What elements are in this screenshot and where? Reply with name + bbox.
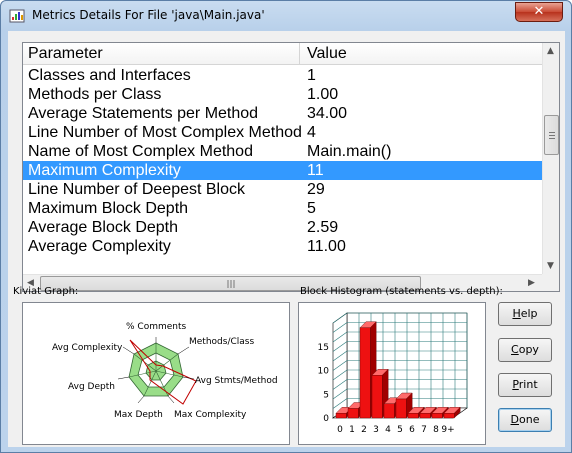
value-cell: 1	[307, 67, 316, 84]
window-title: Metrics Details For File 'java\Main.java…	[32, 8, 265, 22]
kiviat-axis-max-complexity: Max Complexity	[174, 410, 247, 420]
value-cell: Main.main()	[307, 143, 392, 160]
y-tick-label: 5	[323, 390, 329, 400]
table-row[interactable]: Methods per Class 1.00	[23, 85, 542, 104]
kiviat-axis-methods-class: Methods/Class	[189, 337, 254, 347]
vertical-scroll-thumb[interactable]	[544, 115, 559, 155]
parameter-cell: Name of Most Complex Method	[28, 143, 253, 160]
x-tick-label: 7	[421, 425, 427, 435]
metrics-dialog: Metrics Details For File 'java\Main.java…	[0, 0, 572, 453]
table-row[interactable]: Maximum Block Depth 5	[23, 199, 542, 218]
value-cell: 11	[307, 162, 324, 179]
histogram-bar	[407, 413, 419, 419]
table-row[interactable]: Name of Most Complex Method Main.main()	[23, 142, 542, 161]
table-row[interactable]: Line Number of Most Complex Method 4	[23, 123, 542, 142]
scroll-corner	[542, 274, 559, 291]
histogram-bar	[335, 413, 347, 419]
parameter-cell: Average Statements per Method	[28, 105, 259, 122]
parameter-cell: Average Block Depth	[28, 219, 179, 236]
kiviat-axis-max-depth: Max Depth	[114, 410, 163, 420]
histogram-bar	[347, 408, 359, 419]
column-divider[interactable]	[299, 43, 300, 65]
parameter-cell: Methods per Class	[28, 86, 162, 103]
column-header-parameter[interactable]: Parameter	[28, 45, 103, 63]
copy-button[interactable]: Copy	[498, 338, 552, 362]
value-cell: 1.00	[307, 86, 339, 103]
column-header-value[interactable]: Value	[307, 45, 347, 63]
print-button[interactable]: Print	[498, 373, 552, 397]
block-histogram: 0 5 10 15 0 1 2 3 4 5 6 7 8 9+	[298, 302, 486, 445]
kiviat-axis-comments: % Comments	[126, 322, 187, 332]
grip-icon	[227, 280, 235, 288]
vertical-scrollbar[interactable]: ▲ ▼	[542, 43, 559, 274]
x-tick-label: 8	[433, 425, 439, 435]
table-row[interactable]: Average Statements per Method 34.00	[23, 104, 542, 123]
value-cell: 34.00	[307, 105, 348, 122]
help-button[interactable]: Help	[498, 302, 552, 326]
arrow-down-icon[interactable]: ▼	[547, 261, 554, 271]
x-tick-label: 1	[349, 425, 355, 435]
table-row[interactable]: Average Block Depth 2.59	[23, 218, 542, 237]
kiviat-axis-avg-depth: Avg Depth	[68, 382, 115, 392]
value-cell: 11.00	[307, 238, 346, 255]
histogram-chart: 0510150 1 2 3 4 5 6 7 8 9+	[318, 312, 468, 435]
kiviat-chart: % Comments Methods/Class Avg Stmts/Metho…	[52, 322, 278, 420]
histogram-bar	[419, 413, 431, 419]
arrow-right-icon[interactable]: ▶	[528, 278, 535, 288]
table-rows: Classes and Interfaces 1 Methods per Class…	[23, 66, 542, 278]
done-button[interactable]: Done	[498, 408, 552, 432]
title-bar[interactable]: Metrics Details For File 'java\Main.java…	[1, 1, 571, 31]
x-tick-label: 9+	[441, 425, 454, 435]
x-tick-label: 5	[397, 425, 403, 435]
x-tick-label: 0	[337, 425, 343, 435]
parameter-cell: Average Complexity	[28, 238, 171, 255]
parameter-cell: Classes and Interfaces	[28, 67, 191, 84]
copy-hotkey: C	[511, 343, 519, 356]
close-icon: ✕	[533, 4, 545, 19]
table-header: Parameter Value	[23, 43, 542, 65]
histogram-bar	[359, 327, 371, 419]
histogram-bar	[431, 413, 443, 419]
done-hotkey: D	[510, 413, 519, 426]
value-cell: 4	[307, 124, 316, 141]
close-button[interactable]: ✕	[515, 2, 563, 22]
print-rest: rint	[518, 378, 538, 391]
x-tick-label: 4	[385, 425, 391, 435]
x-tick-label: 3	[373, 425, 379, 435]
app-icon	[9, 9, 25, 23]
y-tick-label: 10	[318, 367, 330, 377]
kiviat-axis-avg-stmts: Avg Stmts/Method	[195, 376, 278, 386]
table-row[interactable]: Average Complexity 11.00	[23, 237, 542, 256]
done-rest: one	[519, 413, 540, 426]
kiviat-label: Kiviat Graph:	[13, 286, 79, 297]
x-tick-label: 2	[361, 425, 367, 435]
histogram-label: Block Histogram (statements vs. depth):	[300, 286, 503, 297]
arrow-up-icon[interactable]: ▲	[547, 46, 554, 56]
value-cell: 5	[307, 200, 316, 217]
copy-rest: opy	[518, 343, 539, 356]
help-hotkey: H	[512, 307, 521, 320]
histogram-bar	[383, 403, 395, 419]
table-row[interactable]: Classes and Interfaces 1	[23, 66, 542, 85]
parameter-cell: Maximum Complexity	[28, 162, 181, 179]
kiviat-axis-avg-complexity: Avg Complexity	[52, 343, 123, 353]
metrics-table: Parameter Value Classes and Interfaces 1 M…	[22, 42, 560, 292]
dialog-client: Parameter Value Classes and Interfaces 1 M…	[8, 31, 565, 447]
help-rest: elp	[520, 307, 538, 320]
y-tick-label: 15	[318, 343, 329, 353]
kiviat-graph: % Comments Methods/Class Avg Stmts/Metho…	[22, 302, 290, 445]
parameter-cell: Line Number of Deepest Block	[28, 181, 245, 198]
value-cell: 29	[307, 181, 325, 198]
table-row[interactable]: Line Number of Deepest Block 29	[23, 180, 542, 199]
histogram-bar	[443, 413, 455, 419]
histogram-bar	[395, 398, 407, 419]
value-cell: 2.59	[307, 219, 339, 236]
parameter-cell: Line Number of Most Complex Method	[28, 124, 302, 141]
histogram-bar	[371, 375, 383, 419]
parameter-cell: Maximum Block Depth	[28, 200, 189, 217]
y-tick-label: 0	[323, 414, 329, 424]
table-row[interactable]: Maximum Complexity 11	[23, 161, 542, 180]
x-tick-label: 6	[409, 425, 415, 435]
